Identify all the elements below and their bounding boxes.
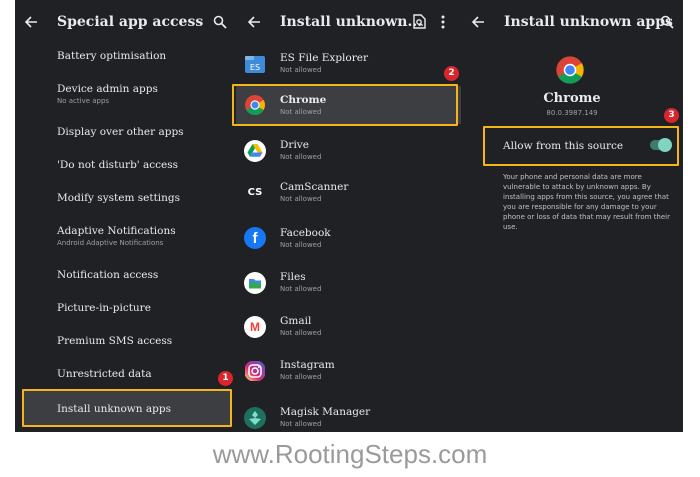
app-name: Drive xyxy=(280,139,309,151)
item-label: Notification access xyxy=(57,269,159,281)
page-title: Install unknown apps xyxy=(504,14,673,30)
app-status: Not allowed xyxy=(280,153,322,161)
item-subtitle: Android Adaptive Notifications xyxy=(57,239,164,247)
find-in-page-icon[interactable] xyxy=(413,14,426,29)
app-name: Magisk Manager xyxy=(280,406,371,418)
item-label: Modify system settings xyxy=(57,192,181,204)
item-label: Premium SMS access xyxy=(57,335,173,347)
item-label: Unrestricted data xyxy=(57,368,152,380)
app-status: Not allowed xyxy=(280,66,322,74)
highlight-install-unknown-apps xyxy=(22,389,232,427)
item-label: Device admin apps xyxy=(57,83,158,95)
step-badge-2: 2 xyxy=(444,66,459,81)
app-item-facebook[interactable]: f Facebook Not allowed xyxy=(236,222,467,258)
app-status: Not allowed xyxy=(280,329,322,337)
app-item-camscanner[interactable]: CS CamScanner Not allowed xyxy=(236,176,467,212)
item-subtitle: No active apps xyxy=(57,97,110,105)
app-item-files[interactable]: Files Not allowed xyxy=(236,266,467,302)
app-status: Not allowed xyxy=(280,373,322,381)
camscanner-icon: CS xyxy=(244,182,266,204)
page-title: Install unknown... xyxy=(280,14,423,30)
item-label: Adaptive Notifications xyxy=(57,225,176,237)
item-label: Display over other apps xyxy=(57,126,184,138)
drive-icon xyxy=(244,140,266,162)
app-status: Not allowed xyxy=(280,420,322,428)
notification-access-item[interactable]: Notification access xyxy=(15,261,244,293)
app-name: Chrome xyxy=(543,91,601,106)
watermark: www.RootingSteps.com xyxy=(212,439,488,469)
top-app-bar: Special app access xyxy=(15,0,244,44)
adaptive-notifications-item[interactable]: Adaptive Notifications Android Adaptive … xyxy=(15,217,244,249)
app-item-es-file-explorer[interactable]: ES ES File Explorer Not allowed xyxy=(236,47,467,83)
battery-optimisation-item[interactable]: Battery optimisation xyxy=(15,42,244,74)
app-name: Files xyxy=(280,271,306,283)
app-name: Facebook xyxy=(280,227,331,239)
app-status: Not allowed xyxy=(280,285,322,293)
step-badge-1: 1 xyxy=(218,371,233,386)
highlight-chrome xyxy=(232,84,458,126)
picture-in-picture-item[interactable]: Picture-in-picture xyxy=(15,294,244,326)
app-name: ES File Explorer xyxy=(280,52,368,64)
gmail-icon: M xyxy=(244,316,266,338)
back-arrow-icon[interactable] xyxy=(471,15,485,29)
app-item-magisk-manager[interactable]: Magisk Manager Not allowed xyxy=(236,401,467,432)
page-title: Special app access xyxy=(57,14,204,30)
item-label: Battery optimisation xyxy=(57,50,167,62)
search-icon[interactable] xyxy=(213,15,227,29)
more-options-icon[interactable] xyxy=(441,15,445,29)
app-name: Gmail xyxy=(280,315,312,327)
device-admin-apps-item[interactable]: Device admin apps No active apps xyxy=(15,75,244,107)
app-item-drive[interactable]: Drive Not allowed xyxy=(236,134,467,170)
app-name: CamScanner xyxy=(280,181,349,193)
top-app-bar: Install unknown... xyxy=(236,0,467,44)
unrestricted-data-item[interactable]: Unrestricted data xyxy=(15,360,244,392)
facebook-icon: f xyxy=(244,227,266,249)
warning-text: Your phone and personal data are more vu… xyxy=(503,173,670,231)
install-unknown-apps-list-screen: Install unknown... ES ES File Explorer N… xyxy=(236,0,467,432)
item-label: 'Do not disturb' access xyxy=(57,159,179,171)
es-file-explorer-icon: ES xyxy=(245,56,265,73)
item-label: Picture-in-picture xyxy=(57,302,151,314)
step-badge-3: 3 xyxy=(664,108,679,123)
app-version: 80.0.3987.149 xyxy=(546,109,598,117)
highlight-allow-toggle xyxy=(483,126,679,166)
app-item-gmail[interactable]: M Gmail Not allowed xyxy=(236,310,467,346)
premium-sms-access-item[interactable]: Premium SMS access xyxy=(15,327,244,359)
back-arrow-icon[interactable] xyxy=(24,15,38,29)
app-status: Not allowed xyxy=(280,241,322,249)
app-item-instagram[interactable]: Instagram Not allowed xyxy=(236,354,467,390)
special-app-access-screen: Special app access Battery optimisation … xyxy=(15,0,244,432)
magisk-icon xyxy=(244,407,266,429)
do-not-disturb-access-item[interactable]: 'Do not disturb' access xyxy=(15,151,244,183)
top-app-bar: Install unknown apps xyxy=(461,0,683,44)
install-unknown-apps-detail-screen: Install unknown apps Chrome 80.0.3987.14… xyxy=(461,0,683,432)
app-name: Instagram xyxy=(280,359,335,371)
display-over-other-apps-item[interactable]: Display over other apps xyxy=(15,118,244,150)
search-icon[interactable] xyxy=(660,15,674,29)
chrome-icon xyxy=(556,56,584,84)
files-icon xyxy=(244,272,266,294)
instagram-icon xyxy=(245,361,265,381)
svg-text:ES: ES xyxy=(250,63,260,72)
back-arrow-icon[interactable] xyxy=(247,15,261,29)
modify-system-settings-item[interactable]: Modify system settings xyxy=(15,184,244,216)
app-status: Not allowed xyxy=(280,195,322,203)
